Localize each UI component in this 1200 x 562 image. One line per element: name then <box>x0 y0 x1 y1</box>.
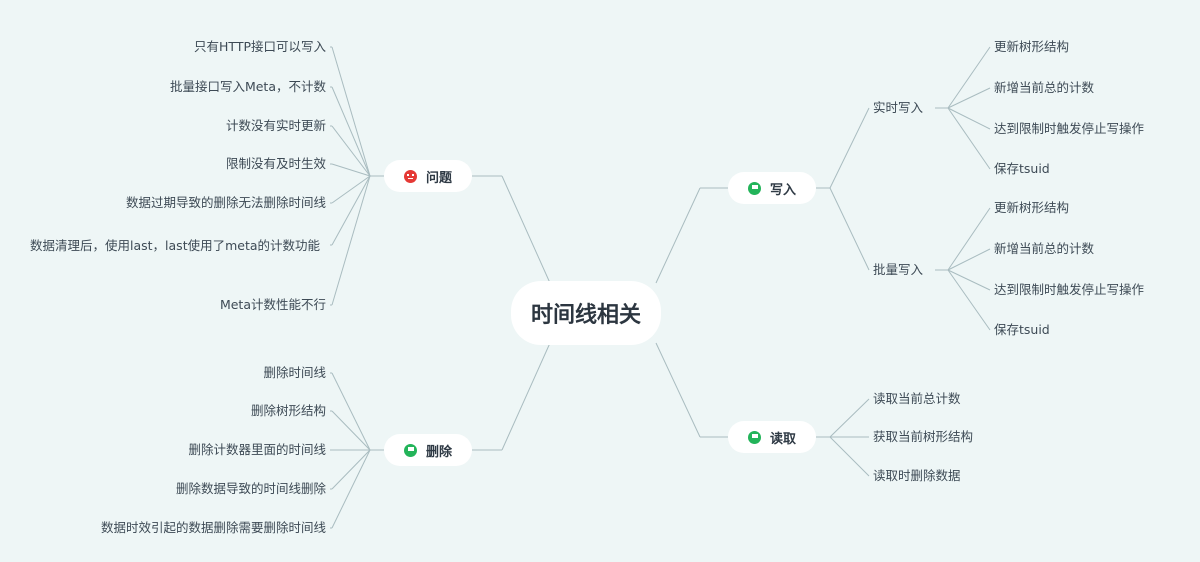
read-item[interactable]: 读取当前总计数 <box>873 390 961 407</box>
realtime-item[interactable]: 更新树形结构 <box>994 38 1069 55</box>
root-to-problem-line <box>501 175 551 284</box>
problem-item[interactable]: 限制没有及时生效 <box>226 155 326 172</box>
topic-problem-label: 问题 <box>425 170 452 186</box>
problem-item[interactable]: 计数没有实时更新 <box>226 117 326 134</box>
problem-branch-line <box>331 175 371 246</box>
realtime-branch-line <box>947 46 991 109</box>
flag-icon <box>747 181 761 195</box>
root-node[interactable]: 时间线相关 <box>511 281 661 345</box>
read-item[interactable]: 获取当前树形结构 <box>873 428 973 445</box>
problem-item[interactable]: 数据过期导致的删除无法删除时间线 <box>126 194 326 211</box>
angry-face-icon <box>403 169 417 183</box>
problem-branch-line <box>331 46 371 177</box>
root-to-write-line <box>655 187 701 284</box>
batch-branch-line <box>947 269 991 331</box>
topic-write-label: 写入 <box>769 182 796 198</box>
topic-delete[interactable]: 删除 <box>384 434 472 466</box>
batch-branch-line <box>947 248 991 271</box>
mindmap-canvas: 时间线相关 问题 删除 写入 读取 只有HTTP接口可以写入 批量接口写入Met… <box>0 0 1200 562</box>
realtime-item[interactable]: 达到限制时触发停止写操作 <box>994 120 1144 137</box>
delete-item[interactable]: 删除计数器里面的时间线 <box>188 441 326 458</box>
read-branch-line <box>829 436 870 477</box>
problem-branch-line <box>331 163 371 177</box>
topic-write[interactable]: 写入 <box>728 172 816 204</box>
root-to-read-line <box>655 342 701 438</box>
problem-item[interactable]: 数据清理后，使用last，last使用了meta的计数功能 <box>30 236 330 256</box>
problem-branch-line <box>331 175 371 306</box>
problem-branch-line <box>331 175 371 204</box>
read-item[interactable]: 读取时删除数据 <box>873 467 961 484</box>
write-branch-line <box>829 187 870 271</box>
delete-item[interactable]: 删除时间线 <box>263 364 326 381</box>
batch-item[interactable]: 保存tsuid <box>994 321 1050 338</box>
realtime-branch-line <box>947 107 991 170</box>
delete-branch-line <box>331 410 371 451</box>
topic-problem[interactable]: 问题 <box>384 160 472 192</box>
read-branch-line <box>829 398 870 438</box>
write-branch-line <box>829 107 870 189</box>
problem-item[interactable]: 批量接口写入Meta，不计数 <box>170 78 326 95</box>
subtopic-realtime-write[interactable]: 实时写入 <box>873 99 923 116</box>
topic-read-label: 读取 <box>769 431 796 447</box>
subtopic-batch-write[interactable]: 批量写入 <box>873 261 923 278</box>
realtime-item[interactable]: 新增当前总的计数 <box>994 79 1094 96</box>
batch-branch-line <box>947 269 991 291</box>
delete-branch-line <box>331 449 371 529</box>
problem-branch-line <box>331 125 371 177</box>
realtime-item[interactable]: 保存tsuid <box>994 160 1050 177</box>
realtime-branch-line <box>947 107 991 130</box>
batch-branch-line <box>947 207 991 271</box>
root-label: 时间线相关 <box>530 303 641 328</box>
topic-delete-label: 删除 <box>425 444 452 460</box>
flag-icon <box>403 443 417 457</box>
delete-branch-line <box>331 372 371 451</box>
topic-read[interactable]: 读取 <box>728 421 816 453</box>
batch-item[interactable]: 达到限制时触发停止写操作 <box>994 281 1144 298</box>
batch-item[interactable]: 更新树形结构 <box>994 199 1069 216</box>
problem-branch-line <box>331 86 371 177</box>
root-to-delete-line <box>501 342 551 451</box>
delete-item[interactable]: 数据时效引起的数据删除需要删除时间线 <box>101 519 326 536</box>
flag-icon <box>747 430 761 444</box>
delete-branch-line <box>331 449 371 490</box>
batch-item[interactable]: 新增当前总的计数 <box>994 240 1094 257</box>
delete-item[interactable]: 删除数据导致的时间线删除 <box>176 480 326 497</box>
problem-item[interactable]: Meta计数性能不行 <box>220 296 326 313</box>
delete-item[interactable]: 删除树形结构 <box>251 402 326 419</box>
problem-item[interactable]: 只有HTTP接口可以写入 <box>194 38 326 55</box>
